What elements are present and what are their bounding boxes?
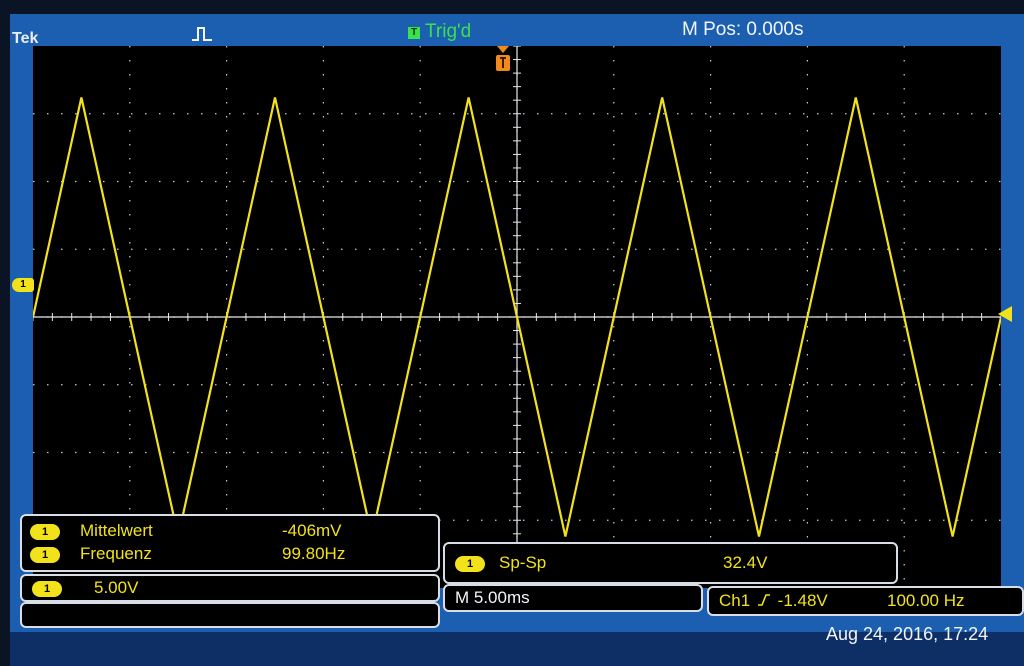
trigger-row: Ch1 -1.48V 100.00 Hz	[719, 590, 1019, 612]
trigger-badge: T	[408, 27, 420, 39]
timebase-value: M 5.00ms	[455, 588, 530, 607]
peak-to-peak-panel: 1 Sp-Sp 32.4V	[443, 542, 898, 584]
channel-scale-panel[interactable]: 1 5.00V	[20, 574, 440, 602]
measurement-label: Sp-Sp	[499, 553, 547, 572]
trigger-panel[interactable]: Ch1 -1.48V 100.00 Hz	[707, 586, 1024, 616]
channel-1-badge: 1	[30, 546, 60, 563]
horizontal-position: M Pos: 0.000s	[682, 19, 804, 40]
trigger-level: -1.48V	[777, 591, 828, 610]
measurement-row-frequency: 1 Frequenz 99.80Hz	[30, 543, 430, 565]
trigger-status-label: Trig'd	[425, 21, 472, 42]
channel-1-badge: 1	[30, 523, 60, 540]
channel-1-badge: 1	[32, 580, 62, 597]
trigger-frequency: 100.00 Hz	[887, 591, 965, 610]
measurement-row-mean: 1 Mittelwert -406mV	[30, 520, 430, 542]
trigger-level-arrow-icon[interactable]	[998, 306, 1012, 322]
trigger-status: T Trig'd	[408, 21, 471, 43]
rising-edge-icon	[757, 591, 771, 606]
measurement-value: 32.4V	[723, 553, 768, 572]
channel-1-ground-marker[interactable]: 1	[12, 278, 34, 292]
timebase-panel[interactable]: M 5.00ms	[443, 584, 703, 612]
pulse-icon	[190, 24, 214, 44]
measurement-label: Mittelwert	[80, 521, 153, 540]
measurement-value: -406mV	[282, 521, 342, 540]
measurement-row-peak-to-peak: 1 Sp-Sp 32.4V	[455, 552, 885, 574]
channel-scale-row: 1 5.00V	[32, 577, 432, 599]
oscilloscope-screen: Tek T Trig'd M Pos: 0.000s 1 1 Mittelwert…	[10, 14, 1024, 666]
channel-1-badge: 1	[455, 555, 485, 572]
channel-scale-value: 5.00V	[94, 578, 139, 597]
trigger-position-icon[interactable]	[495, 46, 511, 72]
measurement-label: Frequenz	[80, 544, 152, 563]
waveform-svg	[33, 46, 1001, 588]
trigger-source: Ch1	[719, 591, 751, 610]
measurement-panel: 1 Mittelwert -406mV 1 Frequenz 99.80Hz	[20, 514, 440, 572]
empty-readout-panel	[20, 602, 440, 628]
waveform-plot	[33, 46, 1001, 588]
measurement-value: 99.80Hz	[282, 544, 346, 563]
date-time: Aug 24, 2016, 17:24	[826, 624, 989, 644]
